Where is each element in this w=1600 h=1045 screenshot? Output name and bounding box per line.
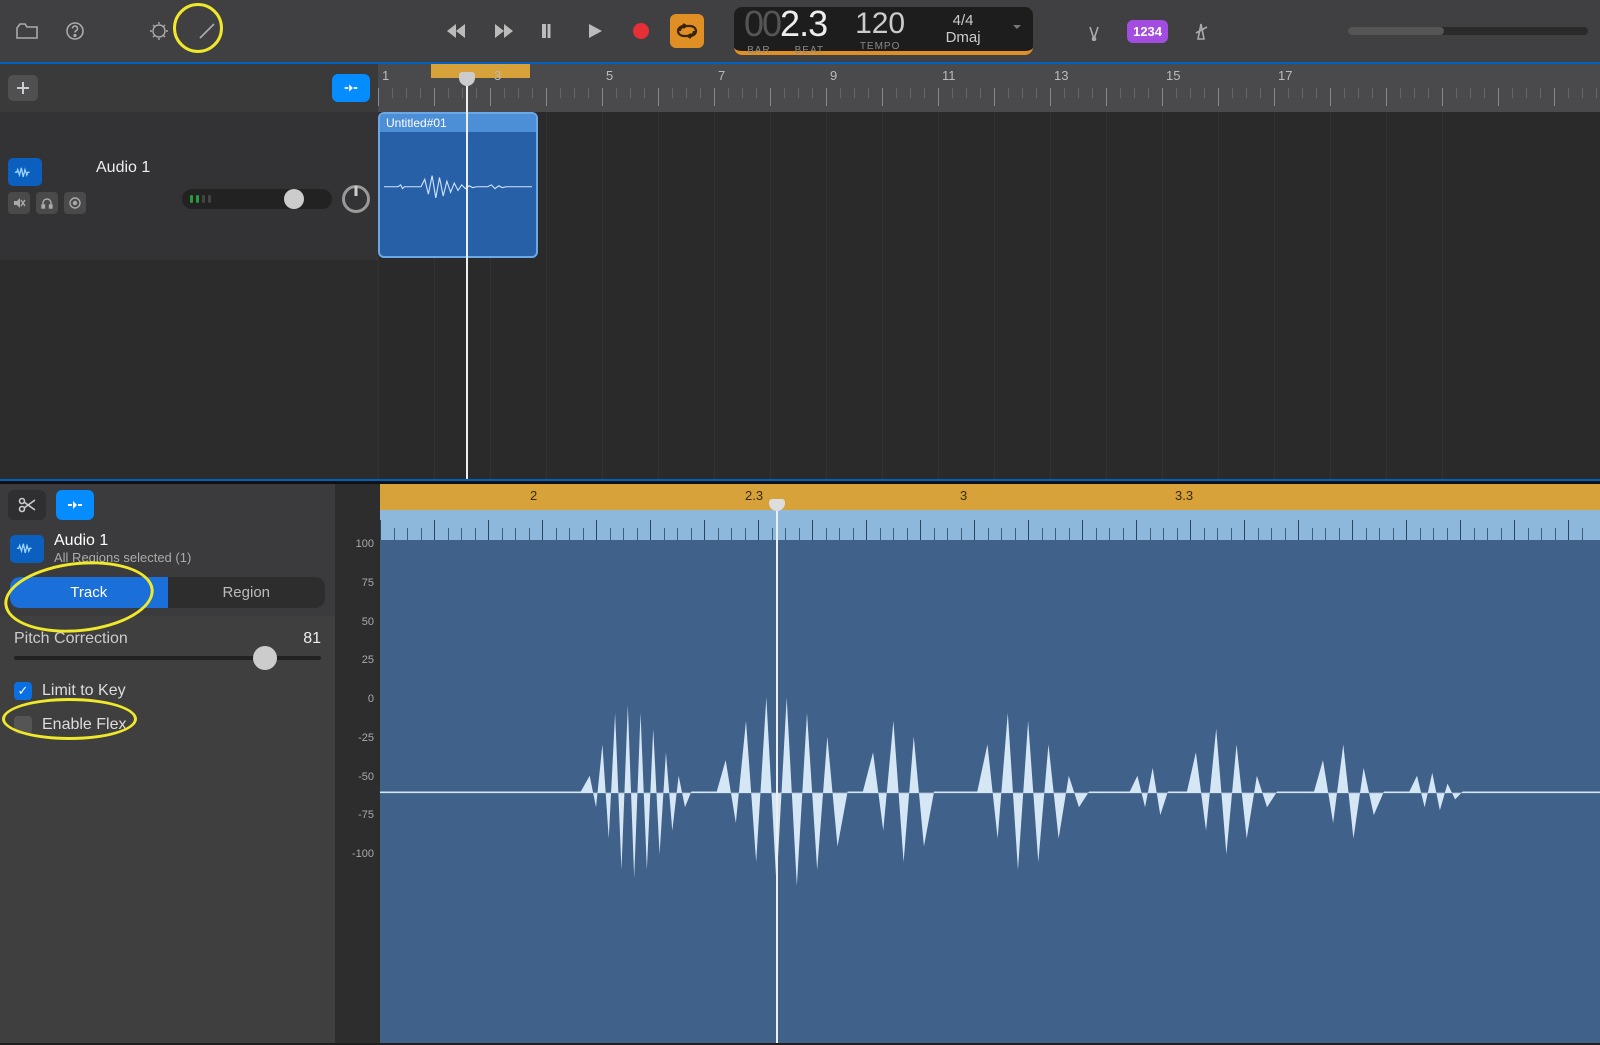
editor-tab-segment: Track Region: [10, 577, 325, 608]
bar-ruler[interactable]: 1 3 5 7 9 11 13 15 17: [378, 64, 1600, 112]
ruler-number: 3: [494, 68, 501, 83]
editor-ruler-num: 3: [960, 488, 967, 503]
tuner-icon[interactable]: [1079, 16, 1109, 46]
ruler-number: 17: [1278, 68, 1292, 83]
input-monitor-button[interactable]: [64, 192, 86, 214]
enable-flex-label: Enable Flex: [42, 716, 127, 734]
track-type-audio-icon: [8, 158, 42, 186]
ruler-number: 7: [718, 68, 725, 83]
stop-button[interactable]: [532, 14, 566, 48]
editor-view-track[interactable]: [56, 490, 94, 520]
lcd-tempo[interactable]: 120: [855, 7, 905, 41]
pan-knob[interactable]: [342, 185, 370, 213]
lcd-timesig[interactable]: 4/4: [953, 12, 974, 29]
editor-waveform-area[interactable]: [380, 540, 1600, 1043]
track-header-panel: Audio 1: [0, 64, 378, 479]
editor-track-icon: [10, 535, 44, 563]
lcd-bar-label: BAR: [747, 45, 771, 56]
library-icon[interactable]: [12, 16, 42, 46]
ruler-number: 9: [830, 68, 837, 83]
audio-editor: Audio 1 All Regions selected (1) Track R…: [0, 484, 1600, 1043]
editor-main: 1007550250-25-50-75-100 2 2.3 3 3.3 Unti…: [335, 484, 1600, 1043]
editor-yaxis: 1007550250-25-50-75-100: [335, 484, 380, 1043]
metronome-icon[interactable]: [1186, 16, 1216, 46]
transport-controls: [440, 14, 704, 48]
editor-ruler-num: 2: [530, 488, 537, 503]
lcd-dropdown-icon[interactable]: [1011, 20, 1023, 38]
audio-region[interactable]: Untitled#01: [378, 112, 538, 258]
ruler-number: 13: [1054, 68, 1068, 83]
editor-ruler-num: 3.3: [1175, 488, 1193, 503]
editor-bar-ruler[interactable]: 2 2.3 3 3.3: [380, 484, 1600, 510]
catch-playhead-button[interactable]: [332, 74, 370, 102]
enable-flex-row[interactable]: Enable Flex: [14, 716, 321, 734]
pitch-correction-slider[interactable]: [14, 656, 321, 660]
lcd-beat-label: BEAT: [795, 45, 824, 56]
volume-slider[interactable]: [182, 189, 332, 209]
region-name: Untitled#01: [380, 114, 536, 132]
track-name[interactable]: Audio 1: [96, 159, 370, 177]
count-in-badge[interactable]: 1234: [1127, 20, 1168, 43]
editor-canvas[interactable]: 2 2.3 3 3.3 Untit: [380, 484, 1600, 1043]
editor-toggle-icon[interactable]: [192, 16, 222, 46]
play-button[interactable]: [578, 14, 612, 48]
editor-title: Audio 1: [54, 532, 191, 550]
lcd-display[interactable]: 002.3 BARBEAT 120 TEMPO 4/4 Dmaj: [734, 7, 1033, 55]
enable-flex-checkbox[interactable]: [14, 716, 32, 734]
tracks-area: Audio 1 1 3 5 7 9 11 13 15 17: [0, 64, 1600, 479]
lcd-tempo-label: TEMPO: [860, 41, 901, 52]
solo-headphone-button[interactable]: [36, 192, 58, 214]
tab-track[interactable]: Track: [10, 577, 168, 608]
tab-region[interactable]: Region: [168, 577, 326, 608]
add-track-button[interactable]: [8, 75, 38, 101]
top-toolbar: 002.3 BAR BEAT 120 TEMPO 4/4 Dmaj 1234: [0, 0, 1600, 64]
ruler-number: 15: [1166, 68, 1180, 83]
smart-controls-icon[interactable]: [144, 16, 174, 46]
editor-ruler-num: 2.3: [745, 488, 763, 503]
mute-button[interactable]: [8, 192, 30, 214]
playhead[interactable]: [466, 84, 468, 479]
forward-button[interactable]: [486, 14, 520, 48]
help-icon[interactable]: [60, 16, 90, 46]
limit-to-key-row[interactable]: Limit to Key: [14, 682, 321, 700]
lcd-key[interactable]: Dmaj: [946, 29, 981, 46]
lcd-bar-main: 2.3: [780, 3, 827, 45]
track-row-audio1[interactable]: Audio 1: [0, 112, 378, 260]
cycle-region[interactable]: [431, 64, 530, 78]
ruler-number: 1: [382, 68, 389, 83]
editor-sub-ruler[interactable]: Untit: [380, 510, 1600, 540]
arrangement-timeline[interactable]: 1 3 5 7 9 11 13 15 17 Untitled#01: [378, 64, 1600, 479]
record-button[interactable]: [624, 14, 658, 48]
horizontal-zoom-slider[interactable]: [1348, 27, 1588, 35]
pitch-correction-label: Pitch Correction: [14, 630, 128, 648]
editor-view-scissors[interactable]: [8, 490, 46, 520]
ruler-number: 5: [606, 68, 613, 83]
editor-playhead[interactable]: [776, 510, 778, 1043]
pitch-correction-value[interactable]: 81: [303, 630, 321, 648]
ruler-number: 11: [942, 68, 956, 83]
editor-subtitle: All Regions selected (1): [54, 550, 191, 565]
rewind-button[interactable]: [440, 14, 474, 48]
lcd-bar-dim: 00: [744, 3, 780, 45]
limit-to-key-checkbox[interactable]: [14, 682, 32, 700]
region-waveform: [380, 132, 536, 242]
cycle-button[interactable]: [670, 14, 704, 48]
editor-inspector: Audio 1 All Regions selected (1) Track R…: [0, 484, 335, 1043]
limit-to-key-label: Limit to Key: [42, 682, 126, 700]
